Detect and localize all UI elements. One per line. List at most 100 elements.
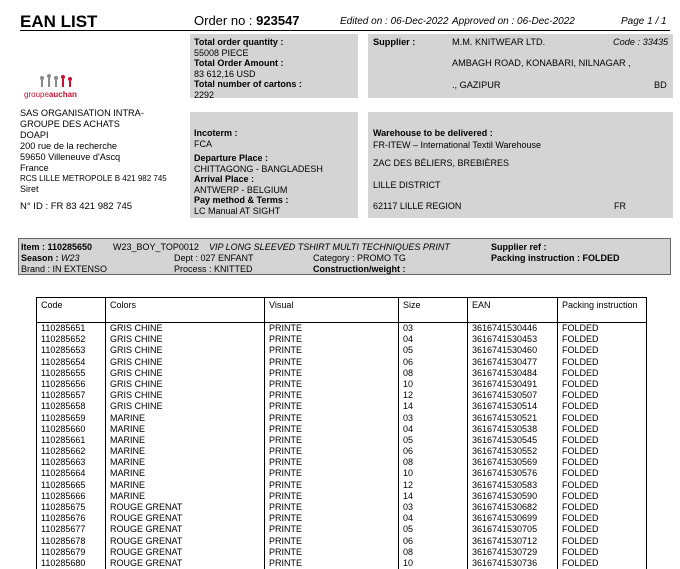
logo-text: groupeauchan — [24, 90, 77, 99]
cell-color: ROUGE GRENAT — [105, 513, 265, 525]
cell-ean: 3616741530736 — [467, 557, 558, 569]
cell-color: ROUGE GRENAT — [105, 557, 265, 569]
table-row: 110285663 MARINE PRINTE 08 3616741530569 FOLD… — [36, 457, 647, 469]
logo-text-b: auchan — [48, 90, 77, 99]
cell-packing: FOLDED — [557, 412, 647, 424]
supplier-name: M.M. KNITWEAR LTD. — [452, 37, 546, 47]
cell-code: 110285678 — [36, 535, 106, 547]
cell-packing: FOLDED — [557, 446, 647, 458]
cell-color: GRIS CHINE — [105, 345, 265, 357]
cell-size: 12 — [398, 479, 468, 491]
cell-code: 110285680 — [36, 557, 106, 569]
table-row: 110285665 MARINE PRINTE 12 3616741530583 FOLD… — [36, 479, 647, 491]
table-row: 110285655 GRIS CHINE PRINTE 08 3616741530484… — [36, 367, 647, 379]
cell-visual: PRINTE — [264, 490, 399, 502]
cell-code: 110285658 — [36, 401, 106, 413]
table-row: 110285656 GRIS CHINE PRINTE 10 3616741530491… — [36, 378, 647, 391]
incoterm-label: Incoterm : — [194, 128, 238, 138]
cell-color: MARINE — [105, 423, 265, 435]
cell-color: GRIS CHINE — [105, 390, 265, 402]
cell-packing: FOLDED — [557, 423, 647, 435]
item-construction: Construction/weight : — [313, 264, 406, 274]
table-row: 110285661 MARINE PRINTE 05 3616741530545 FOLD… — [36, 434, 647, 447]
cell-color: ROUGE GRENAT — [105, 502, 265, 514]
buyer-address: SAS ORGANISATION INTRA- GROUPE DES ACHAT… — [20, 108, 144, 174]
item-dept: Dept : 027 ENFANT — [174, 253, 254, 263]
cell-size: 04 — [398, 423, 468, 435]
ean-list-page: EAN LIST Order no : 923547 Edited on : 0… — [0, 0, 680, 569]
order-label: Order no : — [194, 13, 253, 28]
cell-code: 110285652 — [36, 334, 106, 346]
supplier-ref: Supplier ref : — [491, 242, 547, 252]
table-row: 110285662 MARINE PRINTE 06 3616741530552 FOLD… — [36, 446, 647, 458]
cell-ean: 3616741530507 — [467, 390, 558, 402]
cell-visual: PRINTE — [264, 546, 399, 558]
siret-line: Siret — [20, 184, 39, 194]
warehouse-box: Warehouse to be delivered : FR-ITEW – In… — [368, 112, 673, 218]
item-season: Season : W23 — [21, 253, 80, 264]
totals-box: Total order quantity : 55008 PIECE Total… — [190, 34, 358, 100]
cell-size: 14 — [398, 490, 468, 502]
cell-visual: PRINTE — [264, 434, 399, 447]
buyer-vat-id: N° ID : FR 83 421 982 745 — [20, 201, 133, 212]
cell-ean: 3616741530514 — [467, 401, 558, 413]
packing-instruction: Packing instruction : FOLDED — [491, 253, 620, 263]
incoterm-value: FCA — [194, 138, 212, 149]
cell-code: 110285677 — [36, 524, 106, 536]
table-row: 110285675 ROUGE GRENAT PRINTE 03 36167415306… — [36, 502, 647, 514]
cell-packing: FOLDED — [557, 490, 647, 502]
header-visual: Visual — [264, 297, 399, 323]
cell-visual: PRINTE — [264, 535, 399, 547]
cell-packing: FOLDED — [557, 479, 647, 491]
pay-value: LC Manual AT SIGHT — [194, 205, 281, 216]
cell-size: 03 — [398, 322, 468, 335]
cell-size: 05 — [398, 345, 468, 357]
cell-visual: PRINTE — [264, 322, 399, 335]
cell-color: MARINE — [105, 434, 265, 447]
season-label: Season : — [21, 253, 59, 263]
item-brand: Brand : IN EXTENSO — [21, 264, 108, 274]
cell-ean: 3616741530521 — [467, 412, 558, 424]
cell-code: 110285657 — [36, 390, 106, 402]
item-number: Item : 110285650 — [21, 242, 93, 252]
table-row: 110285676 ROUGE GRENAT PRINTE 04 36167415306… — [36, 513, 647, 525]
header-size: Size — [398, 297, 468, 323]
table-row: 110285659 MARINE PRINTE 03 3616741530521 FOLD… — [36, 412, 647, 424]
cell-visual: PRINTE — [264, 367, 399, 379]
page-title: EAN LIST — [20, 12, 98, 31]
cell-color: MARINE — [105, 412, 265, 424]
cell-packing: FOLDED — [557, 513, 647, 525]
amount-label: Total Order Amount : — [194, 58, 284, 68]
cell-ean: 3616741530477 — [467, 356, 558, 368]
cell-packing: FOLDED — [557, 378, 647, 391]
edited-date: Edited on : 06-Dec-2022 — [340, 16, 449, 27]
cell-ean: 3616741530491 — [467, 378, 558, 391]
cell-packing: FOLDED — [557, 557, 647, 569]
cell-visual: PRINTE — [264, 412, 399, 424]
cartons-value: 2292 — [194, 89, 215, 100]
warehouse-line-1: FR-ITEW – International Textil Warehouse — [373, 140, 542, 150]
cell-color: MARINE — [105, 446, 265, 458]
cell-visual: PRINTE — [264, 468, 399, 480]
buyer-rcs: RCS LILLE METROPOLE B 421 982 745 Siret — [20, 174, 167, 194]
cell-ean: 3616741530583 — [467, 479, 558, 491]
cell-ean: 3616741530682 — [467, 502, 558, 514]
cell-code: 110285679 — [36, 546, 106, 558]
cell-code: 110285654 — [36, 356, 106, 368]
supplier-label: Supplier : — [373, 37, 416, 47]
amount-value: 83 612,16 USD — [194, 68, 256, 79]
cell-color: MARINE — [105, 490, 265, 502]
cell-color: MARINE — [105, 468, 265, 480]
cell-color: GRIS CHINE — [105, 378, 265, 391]
cell-size: 12 — [398, 390, 468, 402]
departure-value: CHITTAGONG - BANGLADESH — [194, 163, 323, 174]
table-row: 110285680 ROUGE GRENAT PRINTE 10 36167415307… — [36, 557, 647, 569]
cell-visual: PRINTE — [264, 446, 399, 458]
cell-visual: PRINTE — [264, 334, 399, 346]
item-category: Category : PROMO TG — [313, 253, 406, 263]
cell-ean: 3616741530729 — [467, 546, 558, 558]
cell-packing: FOLDED — [557, 524, 647, 536]
cell-code: 110285663 — [36, 457, 106, 469]
cell-visual: PRINTE — [264, 390, 399, 402]
cell-packing: FOLDED — [557, 345, 647, 357]
